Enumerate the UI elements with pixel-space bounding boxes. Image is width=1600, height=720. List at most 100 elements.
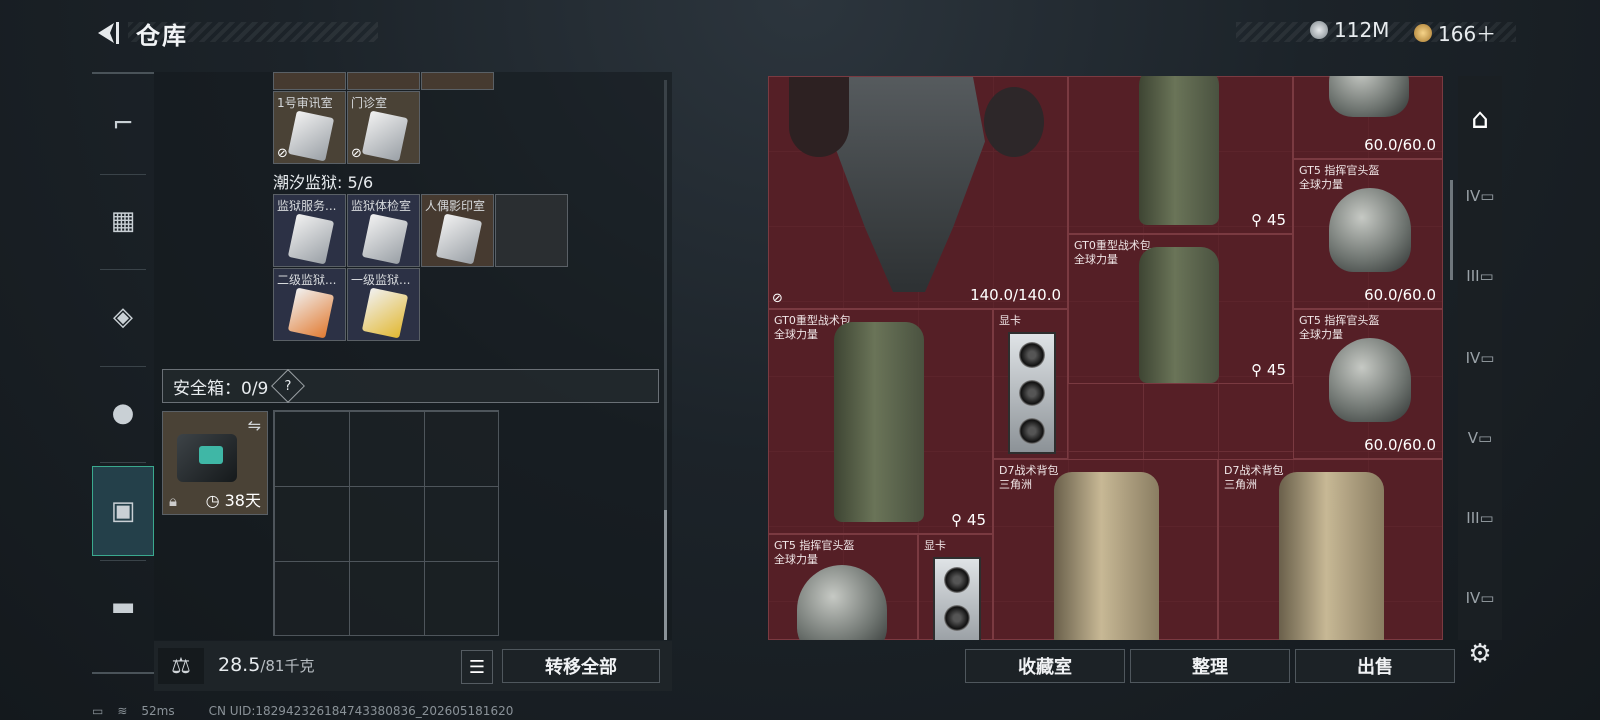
organize-button[interactable]: 整理 xyxy=(1130,649,1290,683)
item-name-block: D7战术背包 三角洲 xyxy=(1224,464,1283,492)
keycard-item[interactable]: 1号审讯室 ⊘ xyxy=(273,91,346,164)
rail-divider xyxy=(100,269,146,270)
rail-backpack[interactable]: ● xyxy=(92,368,154,458)
inventory-scroll-thumb[interactable] xyxy=(664,510,667,640)
safebox-label: 安全箱：0/9 xyxy=(173,378,269,399)
battery-icon: ▭ xyxy=(92,704,104,718)
settings-gear-icon[interactable]: ⚙ xyxy=(1462,636,1498,672)
item-name: GT5 指挥官头盔 xyxy=(774,539,855,552)
keycard-item[interactable]: 门诊室 ⊘ xyxy=(347,91,420,164)
storage-item-helmet[interactable]: 60.0/60.0 xyxy=(1293,76,1443,159)
keycard-item[interactable]: 二级监狱... xyxy=(273,268,346,341)
vest-icon: ▦ xyxy=(110,206,136,236)
grid-lines xyxy=(274,411,498,635)
rail-safebox[interactable]: ▣ xyxy=(92,466,154,556)
gold-amount: 166＋ xyxy=(1438,22,1497,46)
rail-vest[interactable]: ▦ xyxy=(92,176,154,266)
storage-item-armor[interactable]: ⊘ 140.0/140.0 xyxy=(768,76,1068,309)
rail-divider xyxy=(100,462,146,463)
item-label: 监狱体检室 xyxy=(351,199,412,213)
storage-grid: ⊘ 140.0/140.0 ⚲ 45 60.0/60.0 GT5 指挥官头盔 全球… xyxy=(768,76,1443,640)
storage-item-gpu[interactable]: 显卡 xyxy=(993,309,1068,459)
backpack-image xyxy=(1279,472,1384,640)
back-button[interactable] xyxy=(94,20,120,46)
wifi-icon: ≋ xyxy=(117,704,128,718)
gpu-image xyxy=(1008,332,1056,454)
storage-item-bag[interactable]: D7战术背包 三角洲 xyxy=(993,459,1218,640)
gpu-image xyxy=(933,557,981,640)
item-sub: 全球力量 xyxy=(1074,253,1118,266)
keycard-item[interactable]: 监狱体检室 xyxy=(347,194,420,267)
days-value: 38天 xyxy=(224,491,261,510)
sell-button[interactable]: 出售 xyxy=(1295,649,1455,683)
swap-icon[interactable]: ⇋ xyxy=(248,416,261,435)
item-durability: 60.0/60.0 xyxy=(1364,436,1436,454)
storage-item-gpu[interactable]: 显卡 xyxy=(918,534,993,640)
capacity-value: 45 xyxy=(1266,211,1286,229)
ping-value: 52ms xyxy=(141,704,175,718)
item-slot[interactable] xyxy=(273,72,346,90)
helmet-image xyxy=(1329,338,1411,422)
tier-filter-icon[interactable]: IV▭ xyxy=(1462,340,1498,376)
item-name: D7战术背包 xyxy=(1224,464,1284,477)
item-durability: 60.0/60.0 xyxy=(1364,136,1436,154)
list-view-button[interactable]: ☰ xyxy=(461,650,493,684)
storage-item-bag[interactable]: ⚲ 45 xyxy=(1068,76,1293,234)
tier-filter-icon[interactable]: IV▭ xyxy=(1462,580,1498,616)
item-sub: 全球力量 xyxy=(1299,178,1343,191)
expiry-days: ◷ 38天 xyxy=(206,487,261,511)
tier-filter-icon[interactable]: III▭ xyxy=(1462,258,1498,294)
keycard-icon xyxy=(287,213,335,265)
item-label: 一级监狱... xyxy=(351,273,411,287)
collection-button[interactable]: 收藏室 xyxy=(965,649,1125,683)
empty-slot[interactable] xyxy=(495,194,568,267)
weight-icon: ⚖ xyxy=(158,648,204,684)
rail-case[interactable]: ▬ xyxy=(92,562,154,652)
keycard-item[interactable]: 人偶影印室 xyxy=(421,194,494,267)
safebox-icon: ▣ xyxy=(110,496,136,526)
tier-filter-icon[interactable]: III▭ xyxy=(1462,500,1498,536)
tier-filter-icon[interactable]: IV▭ xyxy=(1462,178,1498,214)
keycard-icon xyxy=(361,110,409,162)
item-label: 二级监狱... xyxy=(277,273,337,287)
help-button[interactable]: ? xyxy=(271,369,306,403)
item-name: GT5 指挥官头盔 xyxy=(1299,164,1380,177)
storage-scrollbar[interactable] xyxy=(1450,180,1453,280)
clock-icon: ◷ xyxy=(205,491,220,510)
storage-item-helmet[interactable]: GT5 指挥官头盔 全球力量 xyxy=(768,534,918,640)
warehouse-icon[interactable]: ⌂ xyxy=(1462,100,1498,136)
rail-divider xyxy=(100,174,146,175)
item-slot[interactable] xyxy=(421,72,494,90)
no-share-icon: ⊘ xyxy=(772,291,783,306)
keycard-icon xyxy=(287,287,335,339)
item-slot[interactable] xyxy=(347,72,420,90)
item-label: 1号审讯室 xyxy=(277,96,333,110)
storage-item-helmet[interactable]: GT5 指挥官头盔 全球力量 60.0/60.0 xyxy=(1293,309,1443,459)
transfer-all-button[interactable]: 转移全部 xyxy=(502,649,660,683)
currency-gold[interactable]: 166＋ xyxy=(1414,18,1496,47)
storage-item-bag[interactable]: GT0重型战术包 全球力量 ⚲ 45 xyxy=(768,309,993,534)
armor-shoulder xyxy=(789,77,849,157)
help-icon: ? xyxy=(284,378,292,394)
lock-icon: 🔒︎ xyxy=(169,492,177,510)
item-sub: 全球力量 xyxy=(1299,328,1343,341)
weight-value: 28.5 xyxy=(218,654,261,676)
category-rail: ⌐ ▦ ◈ ● ▣ ▬ xyxy=(92,72,154,674)
storage-item-bag[interactable]: D7战术背包 三角洲 xyxy=(1218,459,1443,640)
rail-weapons[interactable]: ⌐ xyxy=(92,79,154,169)
no-share-icon: ⊘ xyxy=(351,146,362,161)
briefcase-icon: ▬ xyxy=(110,592,136,622)
rail-armor[interactable]: ◈ xyxy=(92,272,154,362)
item-name: 显卡 xyxy=(924,539,946,552)
no-share-icon: ⊘ xyxy=(277,146,288,161)
storage-item-bag[interactable]: GT0重型战术包 全球力量 ⚲ 45 xyxy=(1068,234,1293,384)
weight-display: 28.5/81千克 xyxy=(218,654,314,676)
storage-item-helmet[interactable]: GT5 指挥官头盔 全球力量 60.0/60.0 xyxy=(1293,159,1443,309)
tier-filter-icon[interactable]: V▭ xyxy=(1462,420,1498,456)
safebox-item[interactable]: ⇋ 🔒︎ ◷ 38天 xyxy=(162,411,268,515)
armor-shoulder xyxy=(984,87,1044,157)
keycard-icon xyxy=(361,213,409,265)
keycard-item[interactable]: 监狱服务... xyxy=(273,194,346,267)
capacity-value: 45 xyxy=(1266,361,1286,379)
keycard-item[interactable]: 一级监狱... xyxy=(347,268,420,341)
